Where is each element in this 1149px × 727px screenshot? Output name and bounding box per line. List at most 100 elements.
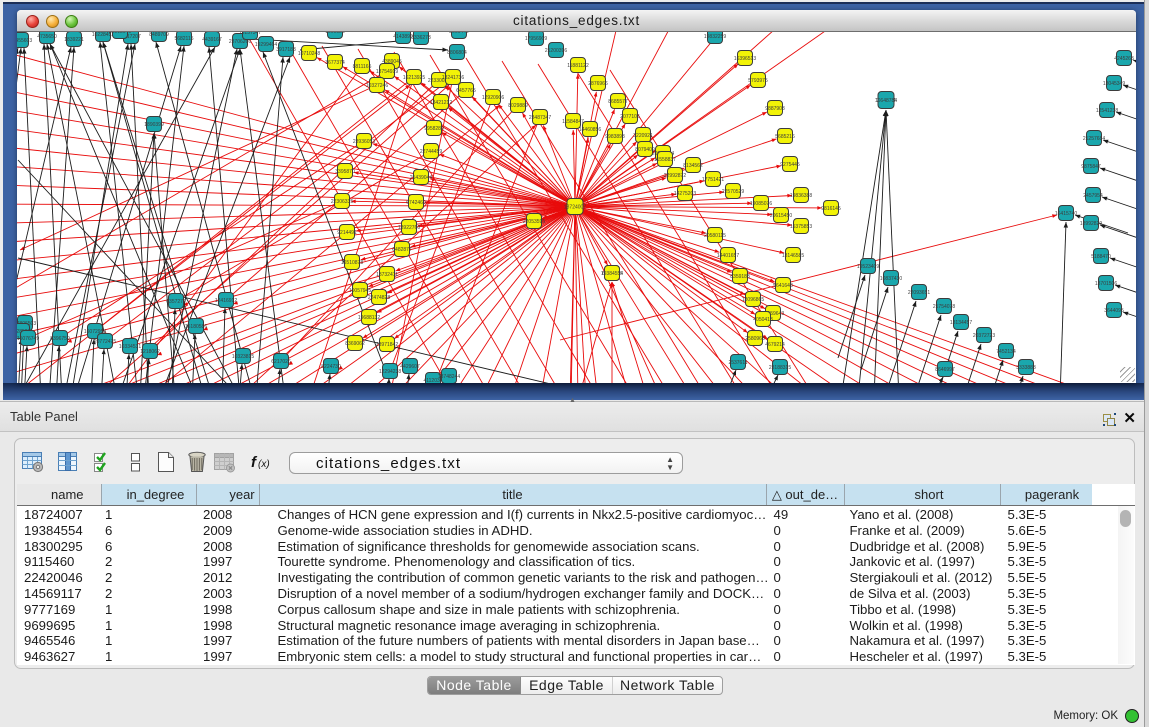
svg-text:3917183: 3917183 — [276, 47, 296, 53]
svg-text:16396513: 16396513 — [734, 56, 756, 62]
svg-text:4735650: 4735650 — [37, 34, 57, 40]
svg-text:6217026: 6217026 — [271, 359, 291, 365]
svg-text:5188470: 5188470 — [1091, 254, 1111, 260]
svg-text:22306335: 22306335 — [331, 199, 353, 205]
svg-text:19832259: 19832259 — [704, 34, 726, 40]
svg-text:3644095: 3644095 — [1104, 308, 1124, 314]
svg-text:22455603: 22455603 — [17, 38, 32, 44]
svg-text:15375853: 15375853 — [790, 224, 812, 230]
svg-text:3677374: 3677374 — [325, 60, 345, 66]
svg-text:23487347: 23487347 — [529, 115, 551, 121]
svg-text:21754078: 21754078 — [933, 304, 955, 310]
svg-text:8646997: 8646997 — [935, 367, 955, 373]
svg-text:17956909: 17956909 — [525, 36, 547, 42]
svg-text:1890399: 1890399 — [144, 122, 164, 128]
svg-text:8224730: 8224730 — [321, 364, 341, 370]
svg-text:12416912: 12416912 — [215, 298, 237, 304]
svg-text:20772475: 20772475 — [94, 339, 116, 345]
svg-text:8489709: 8489709 — [149, 32, 169, 38]
svg-text:2876966: 2876966 — [588, 81, 608, 87]
svg-text:19384554: 19384554 — [601, 271, 623, 277]
svg-text:22093651: 22093651 — [908, 290, 930, 296]
svg-text:4429607: 4429607 — [400, 364, 420, 370]
svg-text:8336273: 8336273 — [411, 35, 431, 41]
svg-text:10710248: 10710248 — [298, 51, 320, 57]
svg-text:2457954: 2457954 — [1083, 193, 1103, 199]
svg-text:18096865: 18096865 — [742, 297, 764, 303]
svg-text:11881122: 11881122 — [567, 63, 589, 69]
svg-text:13748244: 13748244 — [438, 374, 460, 380]
svg-text:1839221: 1839221 — [64, 37, 84, 43]
svg-text:7452134: 7452134 — [996, 349, 1016, 355]
svg-text:9887903: 9887903 — [765, 106, 785, 112]
svg-text:19836388: 19836388 — [790, 193, 812, 199]
svg-text:19523409: 19523409 — [857, 264, 879, 270]
svg-text:8811165: 8811165 — [353, 64, 372, 70]
svg-text:6742460: 6742460 — [406, 200, 426, 206]
svg-text:8359183: 8359183 — [730, 274, 750, 280]
svg-text:13754919: 13754919 — [376, 69, 398, 75]
svg-text:15076749: 15076749 — [17, 336, 39, 342]
svg-text:2580963: 2580963 — [745, 336, 765, 342]
svg-text:9214491: 9214491 — [337, 230, 357, 236]
svg-text:8806804: 8806804 — [447, 50, 467, 56]
svg-text:16213925: 16213925 — [403, 75, 425, 81]
svg-text:8369062: 8369062 — [345, 341, 365, 347]
svg-text:4439167: 4439167 — [202, 37, 222, 43]
svg-text:13146585: 13146585 — [782, 253, 804, 259]
svg-text:22744459: 22744459 — [420, 149, 442, 155]
svg-text:15180586: 15180586 — [185, 324, 207, 330]
svg-text:21439044: 21439044 — [410, 175, 432, 181]
svg-text:5641643: 5641643 — [773, 283, 793, 289]
svg-text:(x): (x) — [258, 459, 270, 470]
svg-text:23188315: 23188315 — [769, 365, 791, 371]
svg-text:3220921: 3220921 — [633, 133, 653, 139]
svg-text:18724007: 18724007 — [564, 205, 586, 211]
svg-text:19299464: 19299464 — [255, 42, 277, 48]
svg-text:10057945: 10057945 — [349, 288, 371, 294]
svg-text:13134457: 13134457 — [950, 320, 972, 326]
svg-text:9958289: 9958289 — [424, 126, 444, 132]
svg-text:22570529: 22570529 — [722, 189, 744, 195]
svg-text:14401657: 14401657 — [717, 253, 739, 259]
svg-text:8134562: 8134562 — [683, 163, 703, 169]
svg-text:13045349: 13045349 — [1103, 81, 1125, 87]
svg-text:10323815: 10323815 — [232, 354, 254, 360]
svg-text:9275445: 9275445 — [780, 162, 800, 168]
svg-text:13701506: 13701506 — [1095, 281, 1117, 287]
svg-text:23936053: 23936053 — [353, 139, 375, 145]
svg-text:4679214: 4679214 — [765, 342, 785, 348]
svg-text:22474828: 22474828 — [368, 295, 390, 301]
svg-text:19688132: 19688132 — [358, 315, 380, 321]
svg-text:12294238: 12294238 — [379, 369, 401, 375]
svg-text:20372723: 20372723 — [973, 333, 995, 339]
svg-text:18992829: 18992829 — [1080, 221, 1102, 227]
svg-text:4050413: 4050413 — [753, 317, 773, 323]
svg-text:8029889: 8029889 — [508, 103, 528, 109]
svg-text:13421212: 13421212 — [430, 100, 452, 106]
svg-text:1218062: 1218062 — [140, 349, 160, 355]
svg-text:6357277: 6357277 — [166, 299, 186, 305]
svg-text:20580115: 20580115 — [704, 233, 726, 239]
svg-text:18922760: 18922760 — [398, 225, 420, 231]
svg-text:23971842: 23971842 — [376, 342, 398, 348]
svg-text:22053595: 22053595 — [523, 219, 545, 225]
svg-text:8685577: 8685577 — [608, 99, 628, 105]
svg-text:17751421: 17751421 — [702, 177, 724, 183]
svg-text:13732411: 13732411 — [376, 272, 398, 278]
svg-text:20615450: 20615450 — [770, 213, 792, 219]
svg-text:9816145: 9816145 — [821, 206, 841, 212]
svg-text:f: f — [251, 454, 258, 471]
svg-text:16648784: 16648784 — [875, 98, 897, 104]
svg-text:21200396: 21200396 — [545, 48, 567, 54]
svg-text:5793975: 5793975 — [748, 78, 768, 84]
svg-text:4245263: 4245263 — [1114, 56, 1134, 62]
svg-text:8396759: 8396759 — [50, 336, 70, 342]
svg-text:3333883: 3333883 — [1016, 365, 1036, 371]
svg-text:14460856: 14460856 — [579, 127, 601, 133]
svg-text:5682115: 5682115 — [174, 36, 193, 42]
svg-text:14275203: 14275203 — [674, 191, 696, 197]
svg-text:19085076: 19085076 — [750, 201, 772, 207]
svg-text:10837430: 10837430 — [880, 276, 902, 282]
svg-text:4143890: 4143890 — [393, 34, 413, 40]
